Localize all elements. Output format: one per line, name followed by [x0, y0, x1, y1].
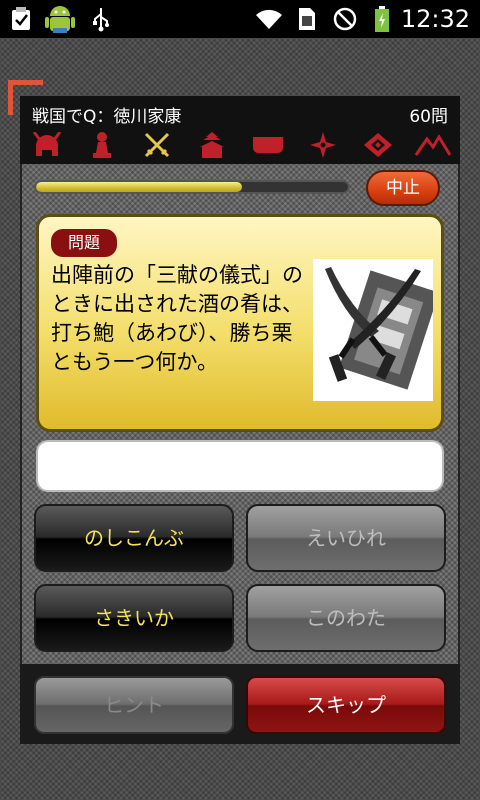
- status-time: 12:32: [400, 5, 470, 33]
- question-image: [313, 259, 439, 401]
- question-text: 出陣前の「三献の儀式」のときに出された酒の肴は、打ち鮑（あわび）、勝ち栗ともう一…: [51, 263, 303, 374]
- diamond-crest-icon: [357, 130, 399, 160]
- quiz-title: 戦国でQ：徳川家康: [32, 107, 182, 127]
- category-icons: [26, 130, 454, 160]
- skip-button[interactable]: スキップ: [246, 676, 446, 734]
- choice-button-3[interactable]: さきいか: [34, 584, 234, 652]
- sim-icon: [292, 0, 322, 38]
- question-badge: 問題: [51, 229, 117, 257]
- android-robot-icon: [40, 0, 80, 38]
- quiz-header: 戦国でQ：徳川家康 60問: [20, 96, 460, 164]
- clipboard-check-icon: [6, 0, 36, 38]
- castle-icon: [191, 130, 233, 160]
- no-signal-icon: [330, 0, 360, 38]
- status-bar: 12:32: [0, 0, 480, 38]
- stop-button[interactable]: 中止: [366, 170, 440, 206]
- chess-piece-icon: [81, 130, 123, 160]
- progress-bar: [34, 180, 350, 194]
- question-panel: 問題 出陣前の「三献の儀式」のときに出された酒の肴は、打ち鮑（あわび）、勝ち栗と…: [36, 214, 444, 432]
- battery-charging-icon: [370, 0, 394, 38]
- hint-button[interactable]: ヒント: [34, 676, 234, 734]
- progress-fill: [36, 182, 242, 192]
- crossed-swords-icon: [136, 130, 178, 160]
- flag-icon: [247, 130, 289, 160]
- wifi-icon: [252, 0, 286, 38]
- usb-icon: [88, 0, 114, 38]
- choice-button-1[interactable]: のしこんぶ: [34, 504, 234, 572]
- choice-button-2[interactable]: えいひれ: [246, 504, 446, 572]
- choice-button-4[interactable]: このわた: [246, 584, 446, 652]
- question-count: 60問: [409, 107, 448, 127]
- shuriken-icon: [302, 130, 344, 160]
- katana-illustration-icon: [313, 259, 439, 401]
- answer-field[interactable]: [36, 440, 444, 492]
- mountains-icon: [412, 130, 454, 160]
- helmet-icon: [26, 130, 68, 160]
